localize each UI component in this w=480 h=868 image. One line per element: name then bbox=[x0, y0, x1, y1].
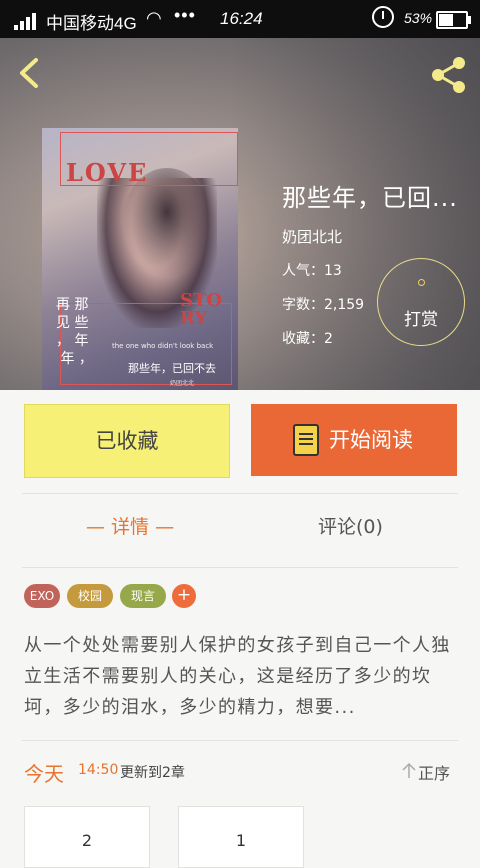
divider bbox=[22, 740, 458, 741]
divider bbox=[22, 493, 458, 494]
tag-chip[interactable]: EXO bbox=[24, 584, 60, 608]
book-popularity: 人气：13 bbox=[282, 263, 342, 279]
update-text: 更新到2章 bbox=[120, 765, 185, 781]
sort-order-label: 正序 bbox=[418, 764, 451, 783]
cover-story-text: STO RY bbox=[180, 290, 223, 329]
book-icon bbox=[293, 424, 319, 456]
update-time: 14:50 bbox=[78, 762, 119, 778]
battery-icon bbox=[436, 11, 471, 29]
divider bbox=[22, 567, 458, 568]
status-bar: 中国移动4G ◠ ••• 16:24 53% bbox=[0, 0, 480, 38]
wifi-icon: ◠ bbox=[146, 8, 162, 28]
book-description[interactable]: 从一个处处需要别人保护的女孩子到自己一个人独立生活不需要别人的关心，这是经历了多… bbox=[24, 630, 456, 723]
book-author[interactable]: 奶团北北 bbox=[282, 226, 342, 247]
favorited-button[interactable]: 已收藏 bbox=[24, 404, 230, 478]
sort-order-button[interactable]: 正序 bbox=[400, 760, 450, 784]
share-button[interactable] bbox=[428, 54, 470, 96]
arrow-up-icon bbox=[402, 762, 416, 778]
cover-tagline: the one who didn't look back bbox=[112, 342, 214, 350]
battery-percent: 53% bbox=[404, 10, 433, 26]
clock: 16:24 bbox=[220, 9, 263, 28]
update-day: 今天 bbox=[24, 762, 64, 786]
start-reading-button[interactable]: 开始阅读 bbox=[251, 404, 457, 476]
signal-icon bbox=[14, 12, 38, 30]
coin-icon bbox=[418, 279, 425, 286]
back-button[interactable] bbox=[14, 56, 48, 90]
tag-chip[interactable]: 校园 bbox=[67, 584, 113, 608]
add-tag-button[interactable]: + bbox=[172, 584, 196, 608]
book-favorites: 收藏：2 bbox=[282, 331, 333, 347]
more-notifications-icon: ••• bbox=[174, 5, 196, 25]
carrier-label: 中国移动4G bbox=[46, 14, 137, 33]
tab-comments[interactable]: 评论(0) bbox=[318, 512, 383, 539]
cover-subtitle: 那些年，已回不去 bbox=[128, 362, 216, 375]
book-word-count: 字数：2,159 bbox=[282, 297, 365, 313]
alarm-icon bbox=[372, 6, 394, 28]
chapter-card[interactable]: 2 bbox=[24, 806, 150, 868]
chapter-card[interactable]: 1 bbox=[178, 806, 304, 868]
book-title: 那些年，已回... bbox=[282, 184, 458, 212]
tag-chip[interactable]: 现言 bbox=[120, 584, 166, 608]
cover-vertical-text: 再 那 见 些 ， 年 年 ， bbox=[56, 297, 93, 367]
tab-detail[interactable]: — 详情 — bbox=[86, 512, 174, 539]
start-reading-label: 开始阅读 bbox=[329, 428, 413, 452]
chapter-number: 2 bbox=[81, 831, 93, 850]
tip-label: 打赏 bbox=[404, 310, 438, 330]
book-cover[interactable]: LOVE STO RY 再 那 见 些 ， 年 年 ， the one who … bbox=[42, 128, 238, 390]
cover-love-text: LOVE bbox=[66, 158, 149, 187]
cover-small-text: 奶团北北 bbox=[170, 380, 195, 387]
chapter-number: 1 bbox=[235, 831, 247, 850]
tip-button[interactable]: 打赏 bbox=[377, 258, 465, 346]
